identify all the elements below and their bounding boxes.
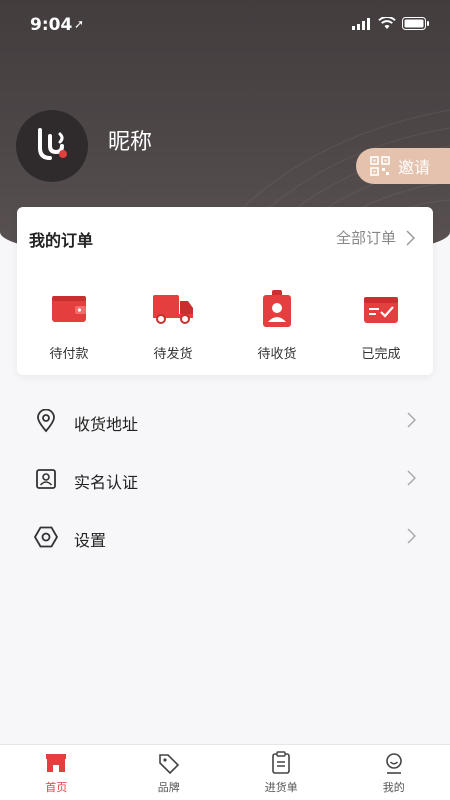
all-orders-label: 全部订单 (335, 229, 396, 247)
status-bar: 9:04 ➚ (0, 0, 450, 50)
chevron-right-icon (407, 528, 416, 544)
chevron-right-icon (407, 470, 416, 486)
menu-item-label: 收货地址 (74, 415, 139, 434)
order-card: 我的订单 全部订单 待付款 待发货 待收货 已完成 (17, 207, 433, 375)
menu-item-verification[interactable]: 实名认证 (0, 450, 450, 508)
wallet-icon (52, 296, 86, 322)
tab-label: 品牌 (157, 781, 180, 794)
location-pin-icon (37, 409, 55, 433)
menu-item-settings[interactable]: 设置 (0, 508, 450, 566)
box-check-icon (364, 297, 398, 323)
tab-purchase-order[interactable]: 进货单 (225, 745, 338, 800)
tab-label: 进货单 (264, 781, 298, 794)
order-status-completed[interactable]: 已完成 (329, 289, 433, 362)
status-time: 9:04 (30, 15, 73, 35)
nickname[interactable]: 昵称 (108, 124, 152, 156)
order-status-label: 已完成 (361, 347, 401, 362)
tab-label: 我的 (382, 781, 405, 794)
hexagon-settings-icon (34, 526, 58, 548)
signal-icon (352, 17, 370, 30)
menu-item-address[interactable]: 收货地址 (0, 392, 450, 450)
tab-label: 首页 (45, 781, 68, 794)
battery-icon (402, 17, 429, 30)
tab-home[interactable]: 首页 (0, 745, 113, 800)
clipboard-icon (272, 751, 291, 774)
chevron-right-icon (407, 412, 416, 428)
truck-icon (153, 295, 193, 324)
tab-bar: 首页 品牌 进货单 我的 (0, 744, 450, 800)
all-orders-link[interactable]: 全部订单 (336, 227, 415, 248)
menu-item-label: 设置 (74, 531, 107, 550)
order-status-pending-payment[interactable]: 待付款 (17, 289, 121, 362)
badge-person-icon (263, 290, 291, 327)
order-status-label: 待收货 (257, 347, 297, 362)
qr-code-icon (370, 156, 390, 176)
id-card-icon (36, 469, 56, 489)
order-status-to-ship[interactable]: 待发货 (121, 289, 225, 362)
chevron-right-icon (406, 229, 415, 246)
menu-item-label: 实名认证 (74, 473, 139, 492)
tab-brand[interactable]: 品牌 (113, 745, 226, 800)
invite-label: 邀请 (398, 158, 431, 177)
order-status-label: 待发货 (153, 347, 193, 362)
order-title: 我的订单 (29, 231, 94, 250)
tag-icon (158, 754, 179, 774)
tab-mine[interactable]: 我的 (338, 745, 450, 800)
avatar[interactable] (16, 110, 88, 182)
invite-button[interactable]: 邀请 (356, 148, 450, 184)
user-icon (385, 753, 402, 774)
order-status-to-receive[interactable]: 待收货 (225, 289, 329, 362)
settings-menu: 收货地址 实名认证 设置 (0, 392, 450, 566)
wifi-icon (378, 17, 396, 29)
logo-icon (38, 128, 67, 160)
order-status-label: 待付款 (49, 347, 89, 362)
location-arrow-icon: ➚ (74, 17, 85, 31)
store-icon (46, 754, 67, 772)
